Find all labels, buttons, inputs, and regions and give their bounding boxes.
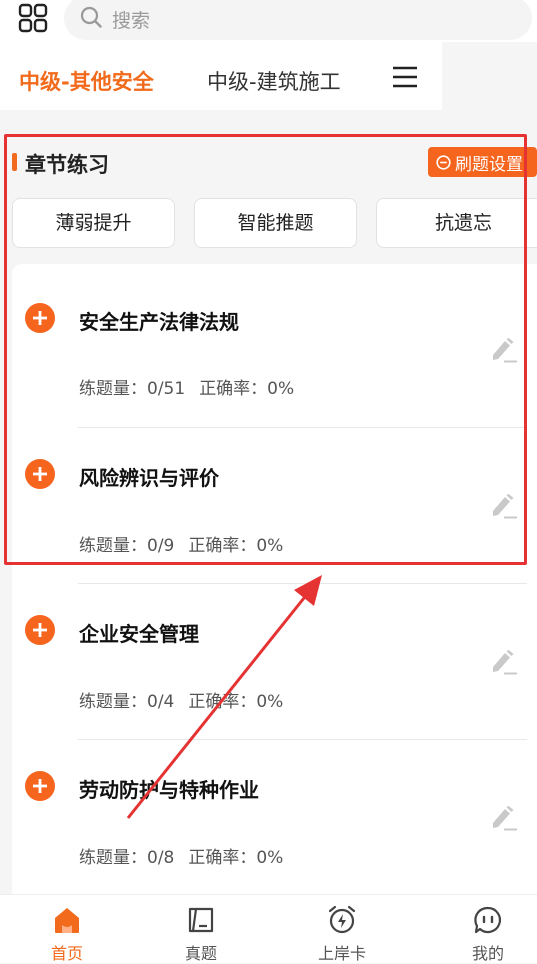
edit-pen-icon[interactable] <box>490 805 518 831</box>
chapter-title: 劳动防护与特种作业 <box>79 778 259 802</box>
practice-settings-button[interactable]: 刷题设置 <box>428 147 537 177</box>
weak-point-button[interactable]: 薄弱提升 <box>12 198 175 248</box>
chapter-title: 风险辨识与评价 <box>79 466 219 490</box>
search-input[interactable]: 搜索 <box>64 0 532 40</box>
nav-profile[interactable]: 我的 <box>421 895 537 963</box>
accuracy-rate: 正确率：0% <box>188 536 284 556</box>
chapter-stats: 练题量：0/9 正确率：0% <box>79 531 283 556</box>
chapter-title: 企业安全管理 <box>79 622 199 646</box>
accuracy-rate: 正确率：0% <box>188 692 284 712</box>
chapter-stats: 练题量：0/8 正确率：0% <box>79 843 283 868</box>
expand-plus-icon[interactable] <box>25 771 55 801</box>
chat-face-icon <box>474 906 502 934</box>
bottom-nav: 首页 真题 上岸卡 我的 <box>0 894 537 963</box>
home-icon <box>55 908 79 933</box>
chapter-stats: 练题量：0/51 正确率：0% <box>79 374 294 399</box>
search-placeholder: 搜索 <box>112 10 151 32</box>
search-icon <box>80 6 102 28</box>
accuracy-rate: 正确率：0% <box>188 848 284 868</box>
settings-minus-icon <box>436 155 451 170</box>
chapter-stats: 练题量：0/4 正确率：0% <box>79 687 283 712</box>
apps-grid-icon[interactable] <box>18 3 48 33</box>
tab-other-safety[interactable]: 中级-其他安全 <box>19 66 154 96</box>
question-count: 练题量：0/9 <box>79 536 175 556</box>
chapter-list: 安全生产法律法规 练题量：0/51 正确率：0% 风险辨识与评价 练题量：0/9 正… <box>12 264 537 894</box>
tab-construction[interactable]: 中级-建筑施工 <box>207 66 341 96</box>
question-count: 练题量：0/8 <box>79 848 175 868</box>
nav-success-card[interactable]: 上岸卡 <box>275 895 409 963</box>
practice-settings-label: 刷题设置 <box>455 155 523 175</box>
anti-forget-button[interactable]: 抗遗忘 <box>376 198 537 248</box>
top-bar: 搜索 <box>0 0 537 42</box>
nav-exams-label: 真题 <box>184 944 217 963</box>
edit-pen-icon[interactable] <box>490 649 518 675</box>
exam-paper-icon <box>188 907 214 933</box>
edit-pen-icon[interactable] <box>490 337 518 363</box>
expand-plus-icon[interactable] <box>25 459 55 489</box>
nav-exams[interactable]: 真题 <box>134 895 268 963</box>
question-count: 练题量：0/4 <box>79 692 175 712</box>
menu-icon[interactable] <box>392 66 418 88</box>
question-count: 练题量：0/51 <box>79 379 186 399</box>
nav-home[interactable]: 首页 <box>0 895 134 963</box>
accuracy-rate: 正确率：0% <box>199 379 295 399</box>
edit-pen-icon[interactable] <box>490 493 518 519</box>
subject-tabs: 中级-其他安全 中级-建筑施工 <box>0 42 442 110</box>
chapter-item[interactable]: 风险辨识与评价 练题量：0/9 正确率：0% <box>12 420 537 576</box>
smart-recommend-button[interactable]: 智能推题 <box>194 198 357 248</box>
chapter-item[interactable]: 劳动防护与特种作业 练题量：0/8 正确率：0% <box>12 732 537 888</box>
chapter-item[interactable]: 企业安全管理 练题量：0/4 正确率：0% <box>12 576 537 732</box>
expand-plus-icon[interactable] <box>25 615 55 645</box>
chapter-item[interactable]: 安全生产法律法规 练题量：0/51 正确率：0% <box>12 264 537 420</box>
nav-profile-label: 我的 <box>471 944 504 963</box>
alarm-clock-bolt-icon <box>328 905 356 934</box>
expand-plus-icon[interactable] <box>25 303 55 333</box>
nav-home-label: 首页 <box>50 944 83 963</box>
chapter-title: 安全生产法律法规 <box>79 310 239 334</box>
nav-success-card-label: 上岸卡 <box>317 944 366 963</box>
section-title: 章节练习 <box>25 153 109 177</box>
section-accent-bar <box>12 153 17 171</box>
